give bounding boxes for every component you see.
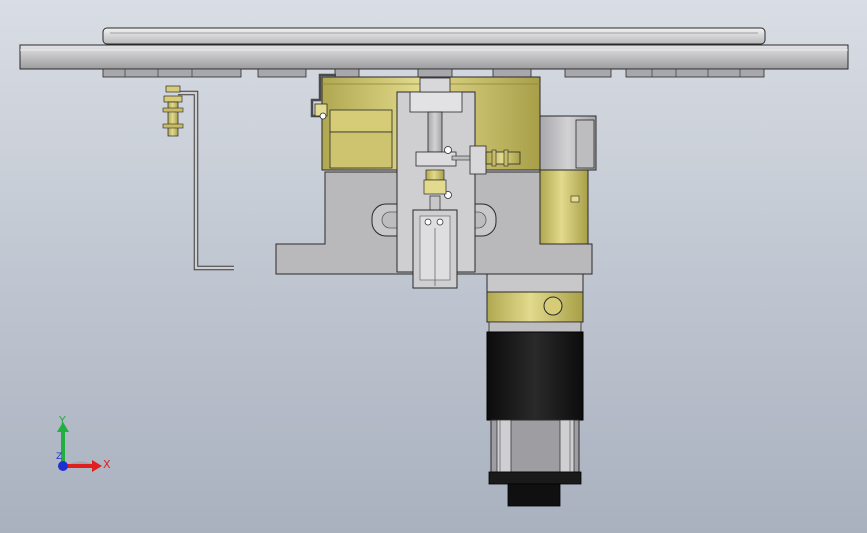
triad-z-label: Z xyxy=(56,452,63,462)
triad-y-label: Y xyxy=(59,414,66,427)
triad-x-label: X xyxy=(103,458,111,471)
graphics-viewport[interactable]: Y X Z xyxy=(0,0,867,533)
bolt-row xyxy=(102,68,765,78)
cad-assembly-view[interactable] xyxy=(0,0,867,533)
gearbox-flange[interactable] xyxy=(486,273,584,333)
servo-motor[interactable] xyxy=(486,331,584,507)
right-mount-block[interactable] xyxy=(539,115,597,249)
base-plate[interactable] xyxy=(19,44,849,70)
coordinate-triad-icon xyxy=(57,422,102,472)
rotary-disc[interactable] xyxy=(102,27,766,45)
left-proximity-sensor[interactable] xyxy=(162,85,234,271)
pneumatic-cylinder[interactable] xyxy=(412,209,458,289)
